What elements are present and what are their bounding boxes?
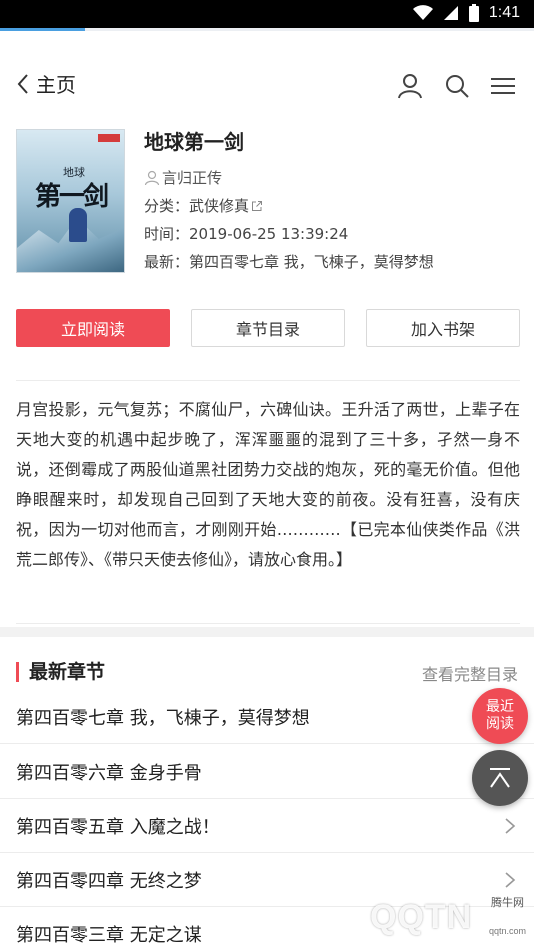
divider: [16, 380, 520, 381]
chevron-left-icon: [17, 73, 28, 94]
person-icon: [144, 170, 160, 185]
back-label: 主页: [36, 73, 76, 97]
battery-icon: [468, 4, 479, 22]
latest-chapter-link[interactable]: 第四百零七章 我，飞棟子，莫得梦想: [189, 253, 434, 271]
author-link[interactable]: 言归正传: [144, 167, 222, 188]
book-title: 地球第一剑: [144, 130, 244, 154]
time-row: 时间：2019-06-25 13:39:24: [144, 223, 348, 244]
section-title: 最新章节: [29, 661, 106, 683]
category-row: 分类： 武侠修真: [144, 195, 263, 216]
back-to-top-button[interactable]: [472, 750, 528, 806]
table-of-contents-button[interactable]: 章节目录: [191, 309, 345, 347]
clock: 1:41: [488, 4, 520, 21]
recent-label-line1: 最近: [486, 699, 514, 715]
chevron-right-icon: [505, 872, 516, 888]
category-link[interactable]: 武侠修真: [189, 195, 249, 216]
user-icon[interactable]: [397, 73, 423, 99]
external-link-icon: [252, 200, 263, 211]
chapter-row[interactable]: 第四百零五章 入魔之战！: [0, 799, 534, 853]
recent-label-line2: 阅读: [486, 716, 514, 732]
chapter-title: 第四百零七章 我，飞棟子，莫得梦想: [16, 708, 310, 729]
chapter-row[interactable]: 第四百零七章 我，飞棟子，莫得梦想: [0, 690, 534, 744]
status-bar: 1:41: [0, 0, 534, 28]
author-name: 言归正传: [162, 169, 223, 187]
latest-row: 最新：第四百零七章 我，飞棟子，莫得梦想: [144, 251, 434, 272]
section-gap: [0, 627, 534, 637]
action-buttons: 立即阅读 章节目录 加入书架: [16, 309, 520, 347]
book-detail-page: 主页 地球 第一剑 地球第一剑 言归正传 分类： 武侠修真 时间：2019-06…: [0, 31, 534, 949]
book-synopsis: 月宫投影，元气复苏；不腐仙尸，六碑仙诀。王升活了两世，上辈子在天地大变的机遇中起…: [16, 400, 520, 569]
top-bar: 主页: [0, 61, 534, 109]
latest-chapters-header: 最新章节 查看完整目录: [0, 653, 534, 689]
section-accent-bar: [16, 662, 19, 682]
cover-figure: [69, 208, 87, 242]
watermark-site: 腾牛网: [491, 896, 524, 909]
add-to-shelf-button[interactable]: 加入书架: [366, 309, 520, 347]
chevron-right-icon: [505, 818, 516, 834]
book-cover[interactable]: 地球 第一剑: [16, 129, 125, 273]
chapter-title: 第四百零六章 金身手骨: [16, 763, 202, 784]
back-button[interactable]: 主页: [16, 69, 76, 98]
watermark: QQTN 腾牛网 qqtn.com: [330, 888, 530, 946]
chapter-title: 第四百零四章 无终之梦: [16, 871, 202, 892]
wifi-icon: [412, 5, 433, 20]
cover-big-title: 第一剑: [35, 182, 109, 212]
menu-icon[interactable]: [490, 73, 516, 99]
view-full-toc-link[interactable]: 查看完整目录: [422, 661, 518, 685]
publisher-badge: [98, 134, 120, 142]
watermark-logo: QQTN: [370, 898, 473, 936]
time-label: 时间：: [144, 225, 190, 243]
book-info: 地球 第一剑 地球第一剑 言归正传 分类： 武侠修真 时间：2019-06-25…: [0, 126, 534, 286]
signal-icon: [443, 6, 458, 20]
chapter-title: 第四百零五章 入魔之战！: [16, 817, 220, 838]
read-now-button[interactable]: 立即阅读: [16, 309, 170, 347]
watermark-url: qqtn.com: [488, 926, 526, 936]
arrow-up-icon: [490, 768, 510, 788]
recent-reading-button[interactable]: 最近 阅读: [472, 688, 528, 744]
latest-label: 最新：: [144, 253, 190, 271]
search-icon[interactable]: [444, 73, 470, 99]
category-label: 分类：: [144, 197, 190, 215]
chapter-title: 第四百零三章 无定之谋: [16, 925, 202, 946]
divider: [16, 623, 520, 624]
update-time: 2019-06-25 13:39:24: [189, 225, 349, 243]
chapter-row[interactable]: 第四百零六章 金身手骨: [0, 745, 534, 799]
